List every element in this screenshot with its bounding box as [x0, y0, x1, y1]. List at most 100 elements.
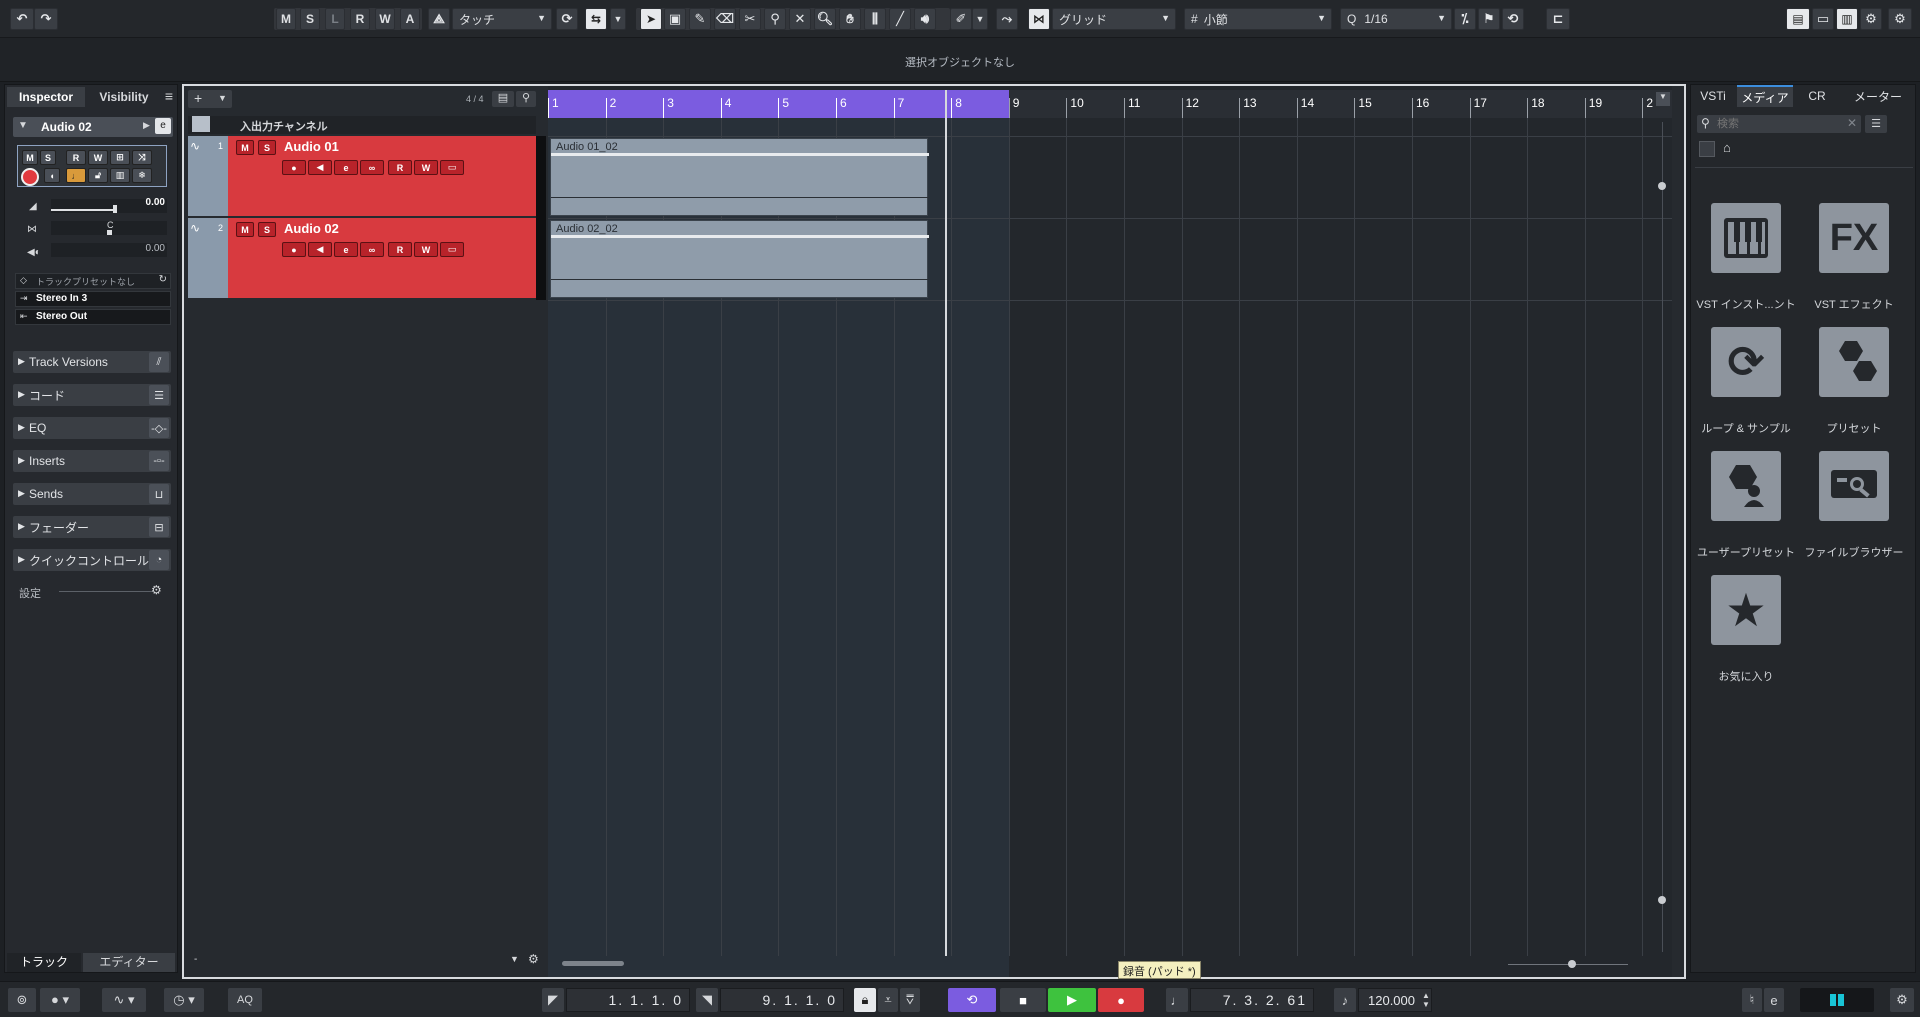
grid-type-select[interactable]: # 小節 ▼ — [1184, 8, 1332, 30]
draw-tool-icon[interactable]: ✎ — [689, 8, 711, 30]
track-version-button[interactable]: ⤨ — [132, 150, 152, 165]
write-automation-button[interactable]: W — [414, 160, 438, 175]
object-selection-tool-icon[interactable]: ➤ — [640, 8, 662, 30]
zoom-minus-icon[interactable]: - — [194, 954, 197, 965]
lanes-button[interactable]: ⊞ — [110, 150, 130, 165]
monitor-button[interactable]: ◀ — [308, 160, 332, 175]
mute-button[interactable]: M — [236, 140, 254, 155]
tab-meter[interactable]: メーター — [1841, 85, 1915, 107]
constrain-delay-icon[interactable]: ⇆ — [585, 8, 607, 30]
event-display[interactable]: 1 2 3 4 5 6 7 8 9 10 11 12 13 14 15 16 17 18 19 2 Audio 01_… — [548, 86, 1672, 977]
clear-icon[interactable]: ✕ — [1847, 116, 1857, 130]
align-icon[interactable]: ⊏ — [1546, 8, 1570, 30]
tab-editor[interactable]: エディター — [83, 953, 175, 972]
play-button[interactable]: ▶ — [1048, 988, 1096, 1012]
right-locator-icon[interactable]: ◥ — [696, 988, 718, 1012]
record-enable-button[interactable]: ● — [282, 160, 306, 175]
section-fader[interactable]: ▶ フェーダー ⊟ — [13, 516, 171, 538]
preset-icon[interactable] — [1819, 327, 1889, 397]
pan-slider[interactable]: C — [51, 220, 167, 235]
primary-time-format-icon[interactable]: ♩ — [1166, 988, 1188, 1012]
add-track-button[interactable]: + ▼ — [188, 90, 232, 108]
pan-handle[interactable] — [107, 230, 112, 235]
lower-zone-toggle-icon[interactable]: ▭ — [1812, 8, 1834, 30]
input-routing-field[interactable]: ⇥ Stereo In 3 — [15, 291, 171, 307]
automation-state-button[interactable]: A — [400, 8, 420, 30]
reload-icon[interactable]: ↻ — [159, 274, 167, 285]
edit-button[interactable]: e — [334, 242, 358, 257]
solo-state-button[interactable]: S — [300, 8, 320, 30]
vertical-zoom-slider[interactable] — [1662, 122, 1663, 952]
link-button[interactable]: ∞ — [360, 242, 384, 257]
section-track-versions[interactable]: ▶ Track Versions ⫽ — [13, 351, 171, 373]
inspector-track-header[interactable]: ▼ Audio 02 ▶ e — [13, 117, 173, 137]
record-enable-button[interactable] — [21, 168, 39, 186]
section-chord[interactable]: ▶ コード ☰ — [13, 384, 171, 406]
hand-tool-icon[interactable]: ✋︎ — [839, 8, 861, 30]
constrain-delay-icon[interactable]: ⊚ — [8, 988, 36, 1012]
tempo-field[interactable]: 120.000 — [1358, 988, 1432, 1012]
track-delay-slider[interactable]: 0.00 — [51, 243, 167, 257]
edit-button[interactable]: e — [334, 160, 358, 175]
chevron-down-icon[interactable]: ▼ — [610, 8, 626, 30]
tab-visibility[interactable]: Visibility — [87, 87, 161, 107]
quantize-flag-icon[interactable]: ⚑ — [1478, 8, 1500, 30]
track-preset-field[interactable]: ◇ トラックプリセットなし ↻ — [15, 273, 171, 289]
left-locator-field[interactable]: 1. 1. 1. 0 — [566, 988, 690, 1012]
io-channel-row[interactable]: 入出力チャンネル — [188, 116, 536, 134]
tab-media[interactable]: メディア — [1737, 85, 1793, 107]
inspector-menu-icon[interactable]: ≡ — [161, 88, 177, 106]
right-zone-toggle-icon[interactable]: ▥ — [1836, 8, 1858, 30]
write-state-button[interactable]: W — [375, 8, 395, 30]
section-quick-controls[interactable]: ▶ クイックコントロール ◔ — [13, 549, 171, 571]
left-locator-icon[interactable]: ◤ — [542, 988, 564, 1012]
cycle-button[interactable]: ⟲ — [948, 988, 996, 1012]
vertical-zoom-handle[interactable] — [1658, 896, 1666, 904]
audio-event[interactable]: Audio 01_02 — [550, 138, 929, 216]
right-locator-field[interactable]: 9. 1. 1. 0 — [720, 988, 844, 1012]
ruler-menu-icon[interactable]: ▼ — [1656, 92, 1670, 106]
list-view-icon[interactable]: ☰ — [1865, 115, 1887, 133]
freeze-button[interactable]: ❄ — [132, 168, 152, 183]
loop-icon[interactable]: ⟳ — [1711, 327, 1781, 397]
section-sends[interactable]: ▶ Sends ⊔ — [13, 483, 171, 505]
link-button[interactable]: ∞ — [360, 160, 384, 175]
volume-slider[interactable]: 0.00 — [51, 197, 167, 213]
glue-tool-icon[interactable]: ⚲ — [764, 8, 786, 30]
output-routing-field[interactable]: ⇤ Stereo Out — [15, 309, 171, 325]
color-tool-icon[interactable]: ✐ — [950, 8, 972, 30]
autoscroll-icon[interactable]: ⟳ — [556, 8, 578, 30]
write-automation-button[interactable]: W — [414, 242, 438, 257]
solo-button[interactable]: S — [258, 140, 276, 155]
fx-icon[interactable]: FX — [1819, 203, 1889, 273]
edit-icon[interactable]: e — [1764, 988, 1784, 1012]
lane-display-button[interactable]: ▥ — [110, 168, 130, 183]
volume-slider-handle[interactable] — [113, 205, 117, 213]
auto-crossfade-icon[interactable]: ⤳ — [996, 8, 1018, 30]
write-automation-button[interactable]: W — [88, 150, 108, 165]
mute-button[interactable]: M — [22, 150, 38, 165]
range-tool-icon[interactable]: ▣ — [664, 8, 686, 30]
click-icon[interactable]: ♮ — [1742, 988, 1762, 1012]
media-search-field[interactable]: ⚲ ✕ — [1697, 115, 1861, 133]
solo-button[interactable]: S — [40, 150, 56, 165]
listen-state-button[interactable]: L — [325, 8, 345, 30]
piano-icon[interactable] — [1711, 203, 1781, 273]
file-browser-icon[interactable] — [1819, 451, 1889, 521]
search-icon[interactable]: ⚲ — [516, 91, 536, 107]
record-button[interactable]: ● — [1098, 988, 1144, 1012]
user-preset-icon[interactable] — [1711, 451, 1781, 521]
tab-control-room[interactable]: CR — [1797, 85, 1837, 107]
stop-button[interactable]: ■ — [1000, 988, 1046, 1012]
horizontal-zoom-handle[interactable] — [1568, 960, 1576, 968]
undo-icon[interactable]: ↶ — [10, 8, 34, 30]
read-state-button[interactable]: R — [350, 8, 370, 30]
punch-mode-icon[interactable]: ◷ ▾ — [164, 988, 204, 1012]
chevron-down-icon[interactable]: ▼ — [510, 954, 519, 964]
solo-button[interactable]: S — [258, 222, 276, 237]
edit-channel-settings-icon[interactable]: e — [155, 118, 171, 134]
monitor-button[interactable]: ◀ — [308, 242, 332, 257]
media-search-input[interactable] — [1717, 116, 1837, 131]
track-header[interactable]: ∿ 1 M S Audio 01 ● ◀ e ∞ R W ▭ — [188, 136, 536, 216]
snap-type-select[interactable]: グリッド ▼ — [1052, 8, 1176, 30]
